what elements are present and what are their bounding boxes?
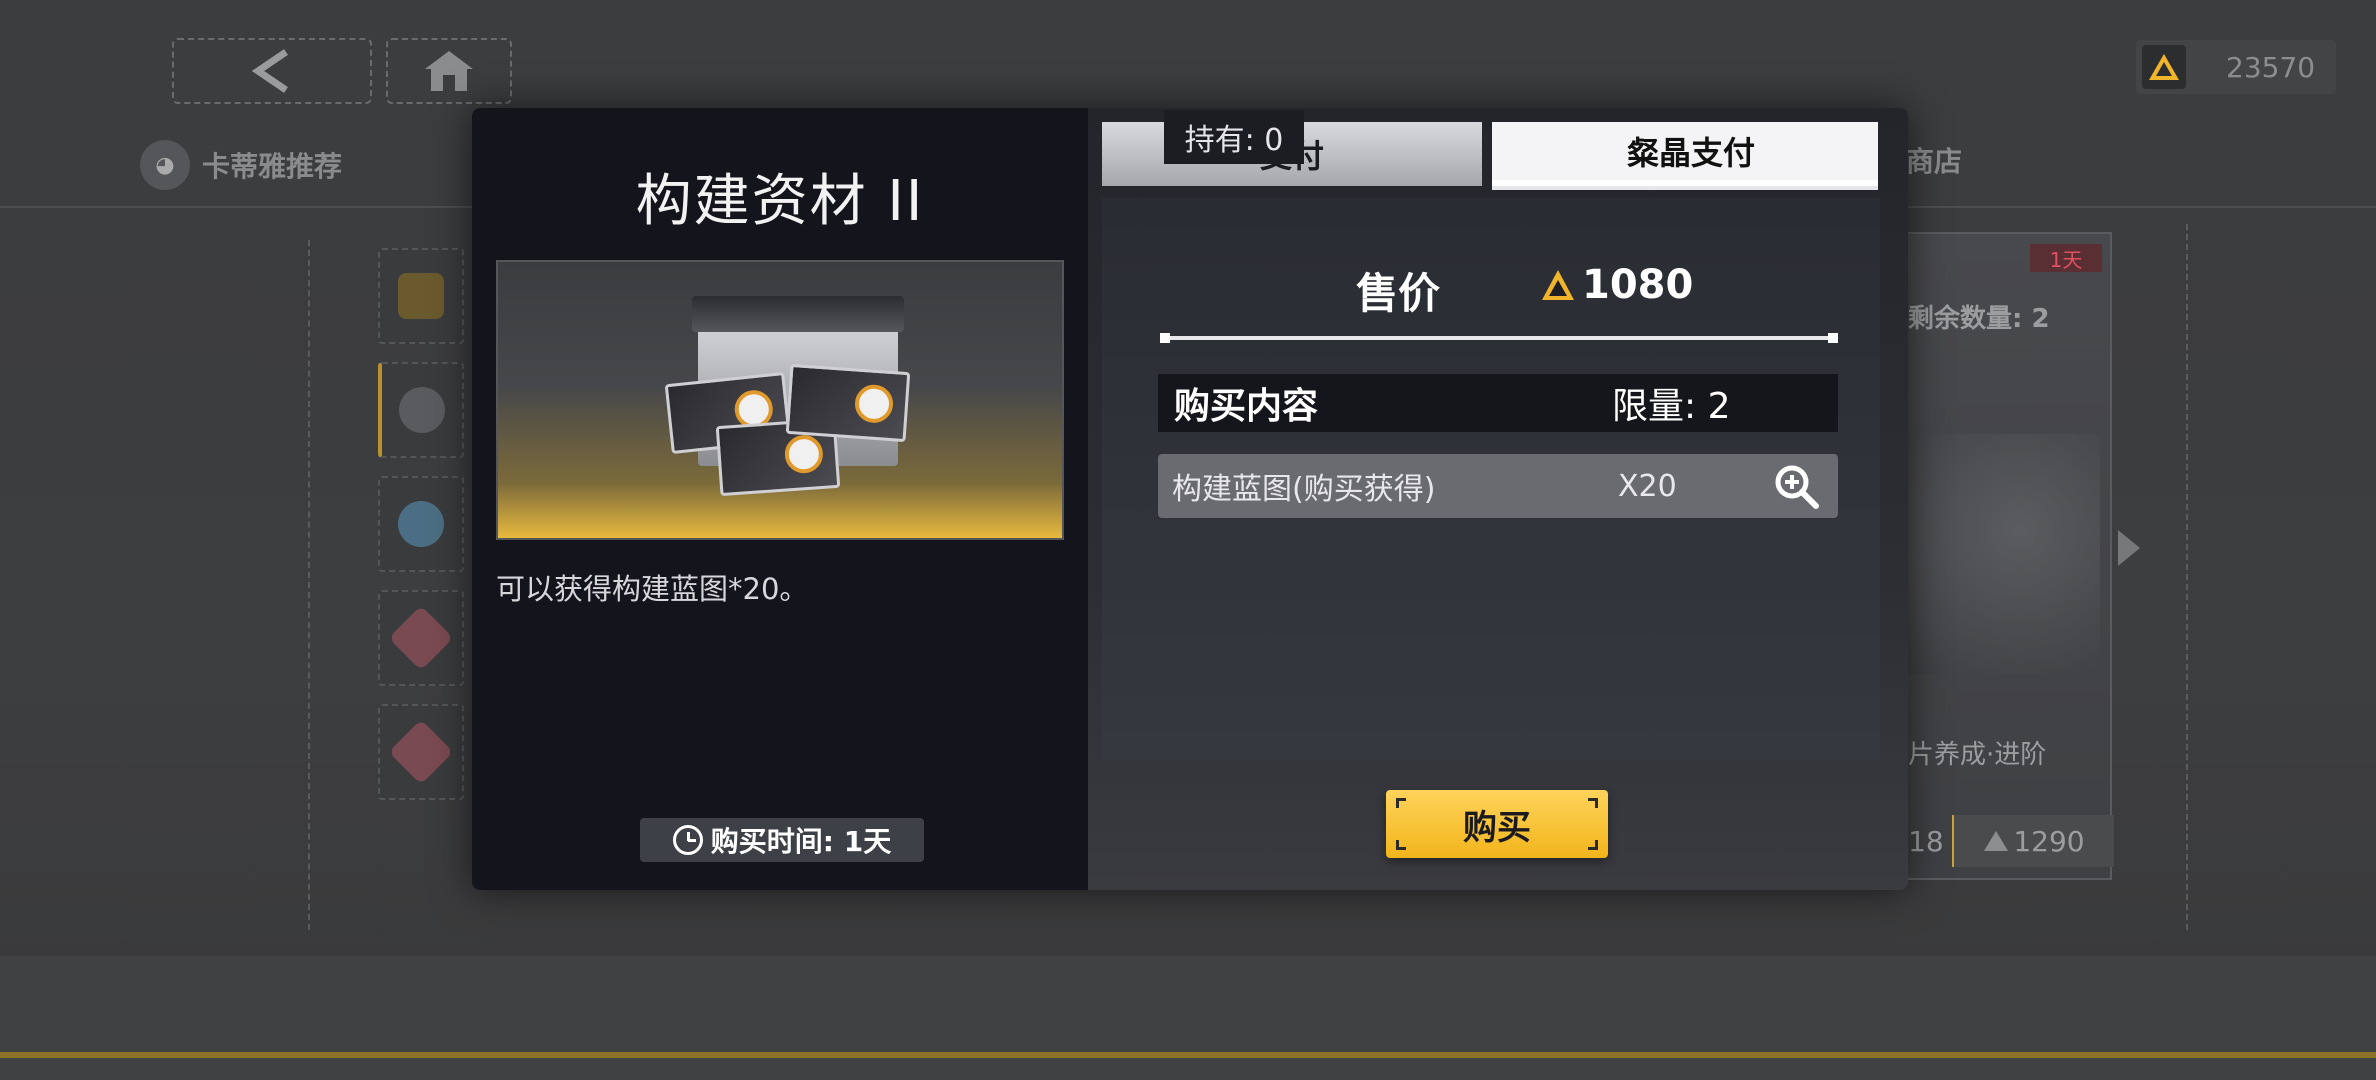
item-detail-panel: 构建资材 II 可以获得构建蓝图*20。 购买时间: 1天 bbox=[472, 108, 1088, 890]
zoom-in-icon[interactable] bbox=[1772, 462, 1820, 510]
divider-left bbox=[308, 240, 310, 930]
tab-shop-label: 商店 bbox=[1906, 145, 1963, 178]
rabbit-icon: ◕ bbox=[140, 140, 190, 190]
sidebar-item-discount-1[interactable] bbox=[378, 590, 464, 686]
item-caption: 片养成·进阶 bbox=[1908, 740, 2047, 770]
item-art bbox=[1900, 434, 2100, 674]
currency-value: 23570 bbox=[2226, 50, 2316, 84]
sidebar-item-discount-2[interactable] bbox=[378, 704, 464, 800]
grid-icon bbox=[398, 273, 444, 319]
star-icon bbox=[399, 387, 445, 433]
next-arrow-icon[interactable] bbox=[2118, 530, 2140, 566]
currency-display[interactable]: 23570 bbox=[2136, 40, 2336, 94]
bottom-accent-line bbox=[0, 1052, 2376, 1058]
item-title: 构建资材 II bbox=[635, 169, 925, 234]
purchase-content-title: 购买内容 bbox=[1174, 386, 1319, 427]
tab-katya-recommend[interactable]: ◕ 卡蒂雅推荐 bbox=[140, 140, 342, 190]
sidebar-item-grid[interactable] bbox=[378, 248, 464, 344]
purchase-content-item: 构建蓝图(购买获得) X20 bbox=[1158, 454, 1838, 518]
content-item-name: 构建蓝图(购买获得) bbox=[1172, 472, 1436, 507]
tab-crystal-pay[interactable]: 粲晶支付 bbox=[1492, 122, 1878, 186]
current-price: 1290 bbox=[1952, 815, 2114, 867]
crystal-triangle-icon bbox=[1542, 270, 1574, 300]
bottom-band bbox=[0, 956, 2376, 1080]
tab-crystal-pay-label: 粲晶支付 bbox=[1626, 134, 1755, 172]
discount-icon bbox=[388, 719, 454, 785]
time-badge: 1天 bbox=[2030, 244, 2102, 272]
buy-button-label: 购买 bbox=[1463, 807, 1531, 848]
purchase-time-badge: 购买时间: 1天 bbox=[640, 818, 924, 862]
content-item-quantity: X20 bbox=[1618, 468, 1677, 504]
buy-button[interactable]: 购买 bbox=[1386, 790, 1608, 858]
price-value: 1080 bbox=[1582, 262, 1694, 308]
crystal-triangle-icon bbox=[2142, 45, 2186, 89]
current-price-value: 1290 bbox=[2013, 824, 2085, 858]
chevron-left-icon bbox=[251, 49, 288, 93]
divider-right bbox=[2186, 224, 2188, 930]
item-description: 可以获得构建蓝图*20。 bbox=[496, 572, 809, 606]
clock-icon bbox=[672, 825, 703, 855]
tab-katya-label: 卡蒂雅推荐 bbox=[202, 150, 343, 183]
remaining-count: 剩余数量: 2 bbox=[1908, 304, 2050, 334]
home-button[interactable] bbox=[386, 38, 512, 104]
item-image bbox=[496, 260, 1064, 540]
team-icon bbox=[398, 501, 444, 547]
sidebar-item-star[interactable] bbox=[378, 362, 464, 458]
price-label: 售价 bbox=[1356, 269, 1441, 318]
tab-shop[interactable]: 商店 bbox=[1906, 140, 1962, 180]
price-display: 1080 bbox=[1540, 262, 1693, 308]
back-button[interactable] bbox=[172, 38, 372, 104]
purchase-limit: 限量: 2 bbox=[1612, 386, 1731, 427]
crystal-triangle-icon bbox=[1984, 831, 2009, 851]
shop-item-card[interactable]: 1天 剩余数量: 2 片养成·进阶 118 1290 bbox=[1880, 232, 2114, 880]
sidebar-item-team[interactable] bbox=[378, 476, 464, 572]
purchase-time-label: 购买时间: 1天 bbox=[710, 825, 892, 858]
purchase-content-header: 购买内容 限量: 2 bbox=[1158, 374, 1838, 432]
price-divider bbox=[1160, 333, 1838, 343]
holding-count: 持有: 0 bbox=[1164, 110, 1304, 164]
discount-icon bbox=[388, 605, 454, 671]
price-row: 118 1290 bbox=[1882, 812, 2114, 870]
home-icon bbox=[425, 51, 473, 91]
blueprint-card bbox=[785, 363, 911, 443]
